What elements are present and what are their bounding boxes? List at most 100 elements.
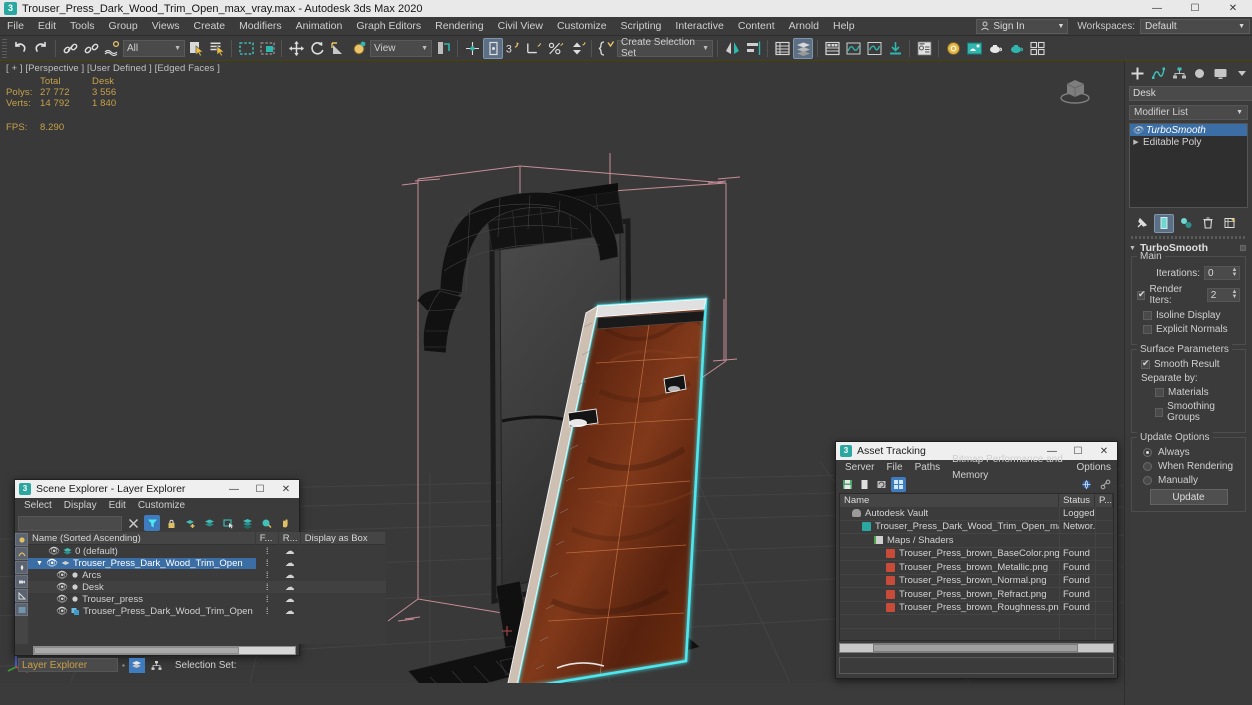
eye-icon[interactable]: 👁 — [56, 606, 68, 617]
select-by-name-button[interactable] — [207, 38, 227, 59]
modifier-list-select[interactable]: Modifier List ▼ — [1129, 105, 1248, 120]
smoothing-groups-checkbox[interactable] — [1155, 408, 1163, 417]
menu-display[interactable]: Display — [58, 498, 103, 514]
bind-to-space-warp-button[interactable] — [102, 38, 122, 59]
render-iters-checkbox[interactable] — [1137, 291, 1145, 300]
render-iterative-button[interactable] — [985, 38, 1005, 59]
update-button[interactable]: Update — [1150, 489, 1228, 505]
named-selection-set-select[interactable]: Create Selection Set ▼ — [617, 40, 713, 57]
update-manually-row[interactable]: Manually — [1137, 475, 1240, 486]
rectangular-selection-region-button[interactable] — [236, 38, 256, 59]
select-and-scale-button[interactable] — [328, 38, 348, 59]
list-item[interactable]: ▼ 👁 Trouser_Press_Dark_Wood_Trim_Open ⁞ … — [28, 557, 386, 569]
rollout-menu-icon[interactable] — [1240, 245, 1246, 251]
filter-button[interactable] — [144, 515, 160, 531]
table-row[interactable]: Autodesk Vault Logged... — [840, 507, 1113, 521]
asset-tracking-table[interactable]: Name Status P... Autodesk Vault Logged..… — [839, 493, 1114, 641]
renderable-cell[interactable]: ☁ — [279, 570, 301, 581]
vault-login-button[interactable] — [1079, 477, 1094, 492]
update-when-rendering-radio[interactable] — [1143, 462, 1152, 471]
close-icon[interactable]: ✕ — [1091, 442, 1117, 460]
list-item[interactable]: 👁 Desk ⁞ ☁ — [28, 581, 386, 593]
materials-checkbox[interactable] — [1155, 388, 1164, 397]
scene-explorer-horizontal-scrollbar[interactable] — [33, 646, 296, 655]
scrollbar-thumb[interactable] — [34, 647, 239, 654]
spinner-snap-toggle-button[interactable] — [546, 38, 566, 59]
refresh-button[interactable] — [874, 477, 889, 492]
table-row[interactable]: Trouser_Press_brown_Normal.png Found — [840, 575, 1113, 589]
list-item[interactable]: 👁 Trouser_Press_Dark_Wood_Trim_Open ⁞ ☁ — [28, 605, 386, 617]
update-when-rendering-row[interactable]: When Rendering — [1137, 461, 1240, 472]
update-always-radio[interactable] — [1143, 448, 1152, 457]
selection-filter-select[interactable]: All ▼ — [123, 40, 185, 57]
renderable-cell[interactable]: ☁ — [279, 606, 301, 617]
object-name-input[interactable] — [1129, 86, 1252, 101]
eye-icon[interactable]: 👁 — [46, 558, 58, 569]
eye-icon[interactable]: 👁 — [1132, 125, 1143, 136]
asset-tracking-window[interactable]: 3 Asset Tracking — ☐ ✕ Server File Paths… — [835, 441, 1118, 679]
renderable-cell[interactable]: ☁ — [279, 558, 301, 569]
menu-customize[interactable]: Customize — [132, 498, 191, 514]
select-layer-button[interactable] — [220, 515, 236, 531]
menu-animation[interactable]: Animation — [289, 17, 350, 36]
sign-in-button[interactable]: Sign In ▼ — [976, 19, 1068, 34]
menu-create[interactable]: Create — [187, 17, 233, 36]
remove-modifier-button[interactable] — [1198, 214, 1218, 233]
column-display-as-box[interactable]: Display as Box — [301, 532, 386, 545]
menu-file[interactable]: File — [880, 460, 908, 476]
column-frozen[interactable]: F... — [256, 532, 279, 545]
menu-views[interactable]: Views — [145, 17, 187, 36]
menu-file[interactable]: File — [0, 17, 31, 36]
explicit-normals-row[interactable]: Explicit Normals — [1137, 324, 1240, 335]
material-editor-button[interactable] — [943, 38, 963, 59]
use-pivot-point-center-button[interactable] — [433, 38, 453, 59]
help-button[interactable] — [1098, 477, 1113, 492]
lock-button[interactable] — [163, 515, 179, 531]
maximize-icon[interactable]: ☐ — [247, 480, 273, 498]
tab-create[interactable] — [1129, 64, 1146, 82]
minimize-icon[interactable]: — — [1138, 0, 1176, 17]
hierarchy-explorer-toggle[interactable] — [149, 658, 165, 673]
explicit-normals-checkbox[interactable] — [1143, 325, 1152, 334]
table-row[interactable]: Trouser_Press_Dark_Wood_Trim_Open_max_vr… — [840, 521, 1113, 535]
frozen-cell[interactable]: ⁞ — [256, 546, 279, 557]
new-layer-button[interactable] — [201, 515, 217, 531]
scene-explorer-search-input[interactable] — [18, 516, 122, 531]
expand-arrow-icon[interactable]: ▶ — [1132, 138, 1140, 146]
hide-button[interactable] — [258, 515, 274, 531]
table-row[interactable]: Trouser_Press_brown_Roughness.png Found — [840, 602, 1113, 616]
toolbar-grip[interactable] — [2, 39, 7, 58]
redo-button[interactable] — [31, 38, 51, 59]
menu-scripting[interactable]: Scripting — [614, 17, 669, 36]
smoothing-groups-row[interactable]: Smoothing Groups — [1137, 401, 1240, 423]
select-shape-filter-icon[interactable] — [15, 547, 28, 560]
scene-explorer-button[interactable] — [793, 38, 813, 59]
select-and-rotate-button[interactable] — [307, 38, 327, 59]
column-path[interactable]: P... — [1095, 494, 1113, 507]
eye-icon[interactable]: 👁 — [56, 570, 68, 581]
mirror-button[interactable] — [722, 38, 742, 59]
menu-modifiers[interactable]: Modifiers — [232, 17, 289, 36]
smooth-result-row[interactable]: Smooth Result — [1137, 359, 1240, 370]
table-row[interactable]: Trouser_Press_brown_BaseColor.png Found — [840, 548, 1113, 562]
tab-modify[interactable] — [1150, 64, 1167, 82]
column-renderable[interactable]: R... — [279, 532, 301, 545]
view-cube[interactable] — [1054, 73, 1096, 109]
curve-editor-button[interactable] — [843, 38, 863, 59]
frozen-cell[interactable]: ⁞ — [256, 558, 279, 569]
iterations-spinner[interactable]: 0 ▲▼ — [1204, 266, 1240, 280]
select-and-place-button[interactable] — [349, 38, 369, 59]
snaps-toggle-button[interactable] — [483, 38, 503, 59]
toggle-scene-explorer-button[interactable] — [822, 38, 842, 59]
layer-explorer-toggle[interactable] — [129, 658, 145, 673]
show-end-result-button[interactable] — [1154, 214, 1174, 233]
menu-edit[interactable]: Edit — [31, 17, 63, 36]
scrollbar-thumb[interactable] — [873, 644, 1078, 652]
spinner-snap-button[interactable] — [567, 38, 587, 59]
menu-paths[interactable]: Paths — [909, 460, 947, 476]
workspaces-select[interactable]: Default ▼ — [1140, 19, 1250, 34]
minimize-icon[interactable]: — — [221, 480, 247, 498]
update-manually-radio[interactable] — [1143, 476, 1152, 485]
spinner-arrows-icon[interactable]: ▲▼ — [1230, 267, 1239, 279]
maximize-icon[interactable]: ☐ — [1176, 0, 1214, 17]
